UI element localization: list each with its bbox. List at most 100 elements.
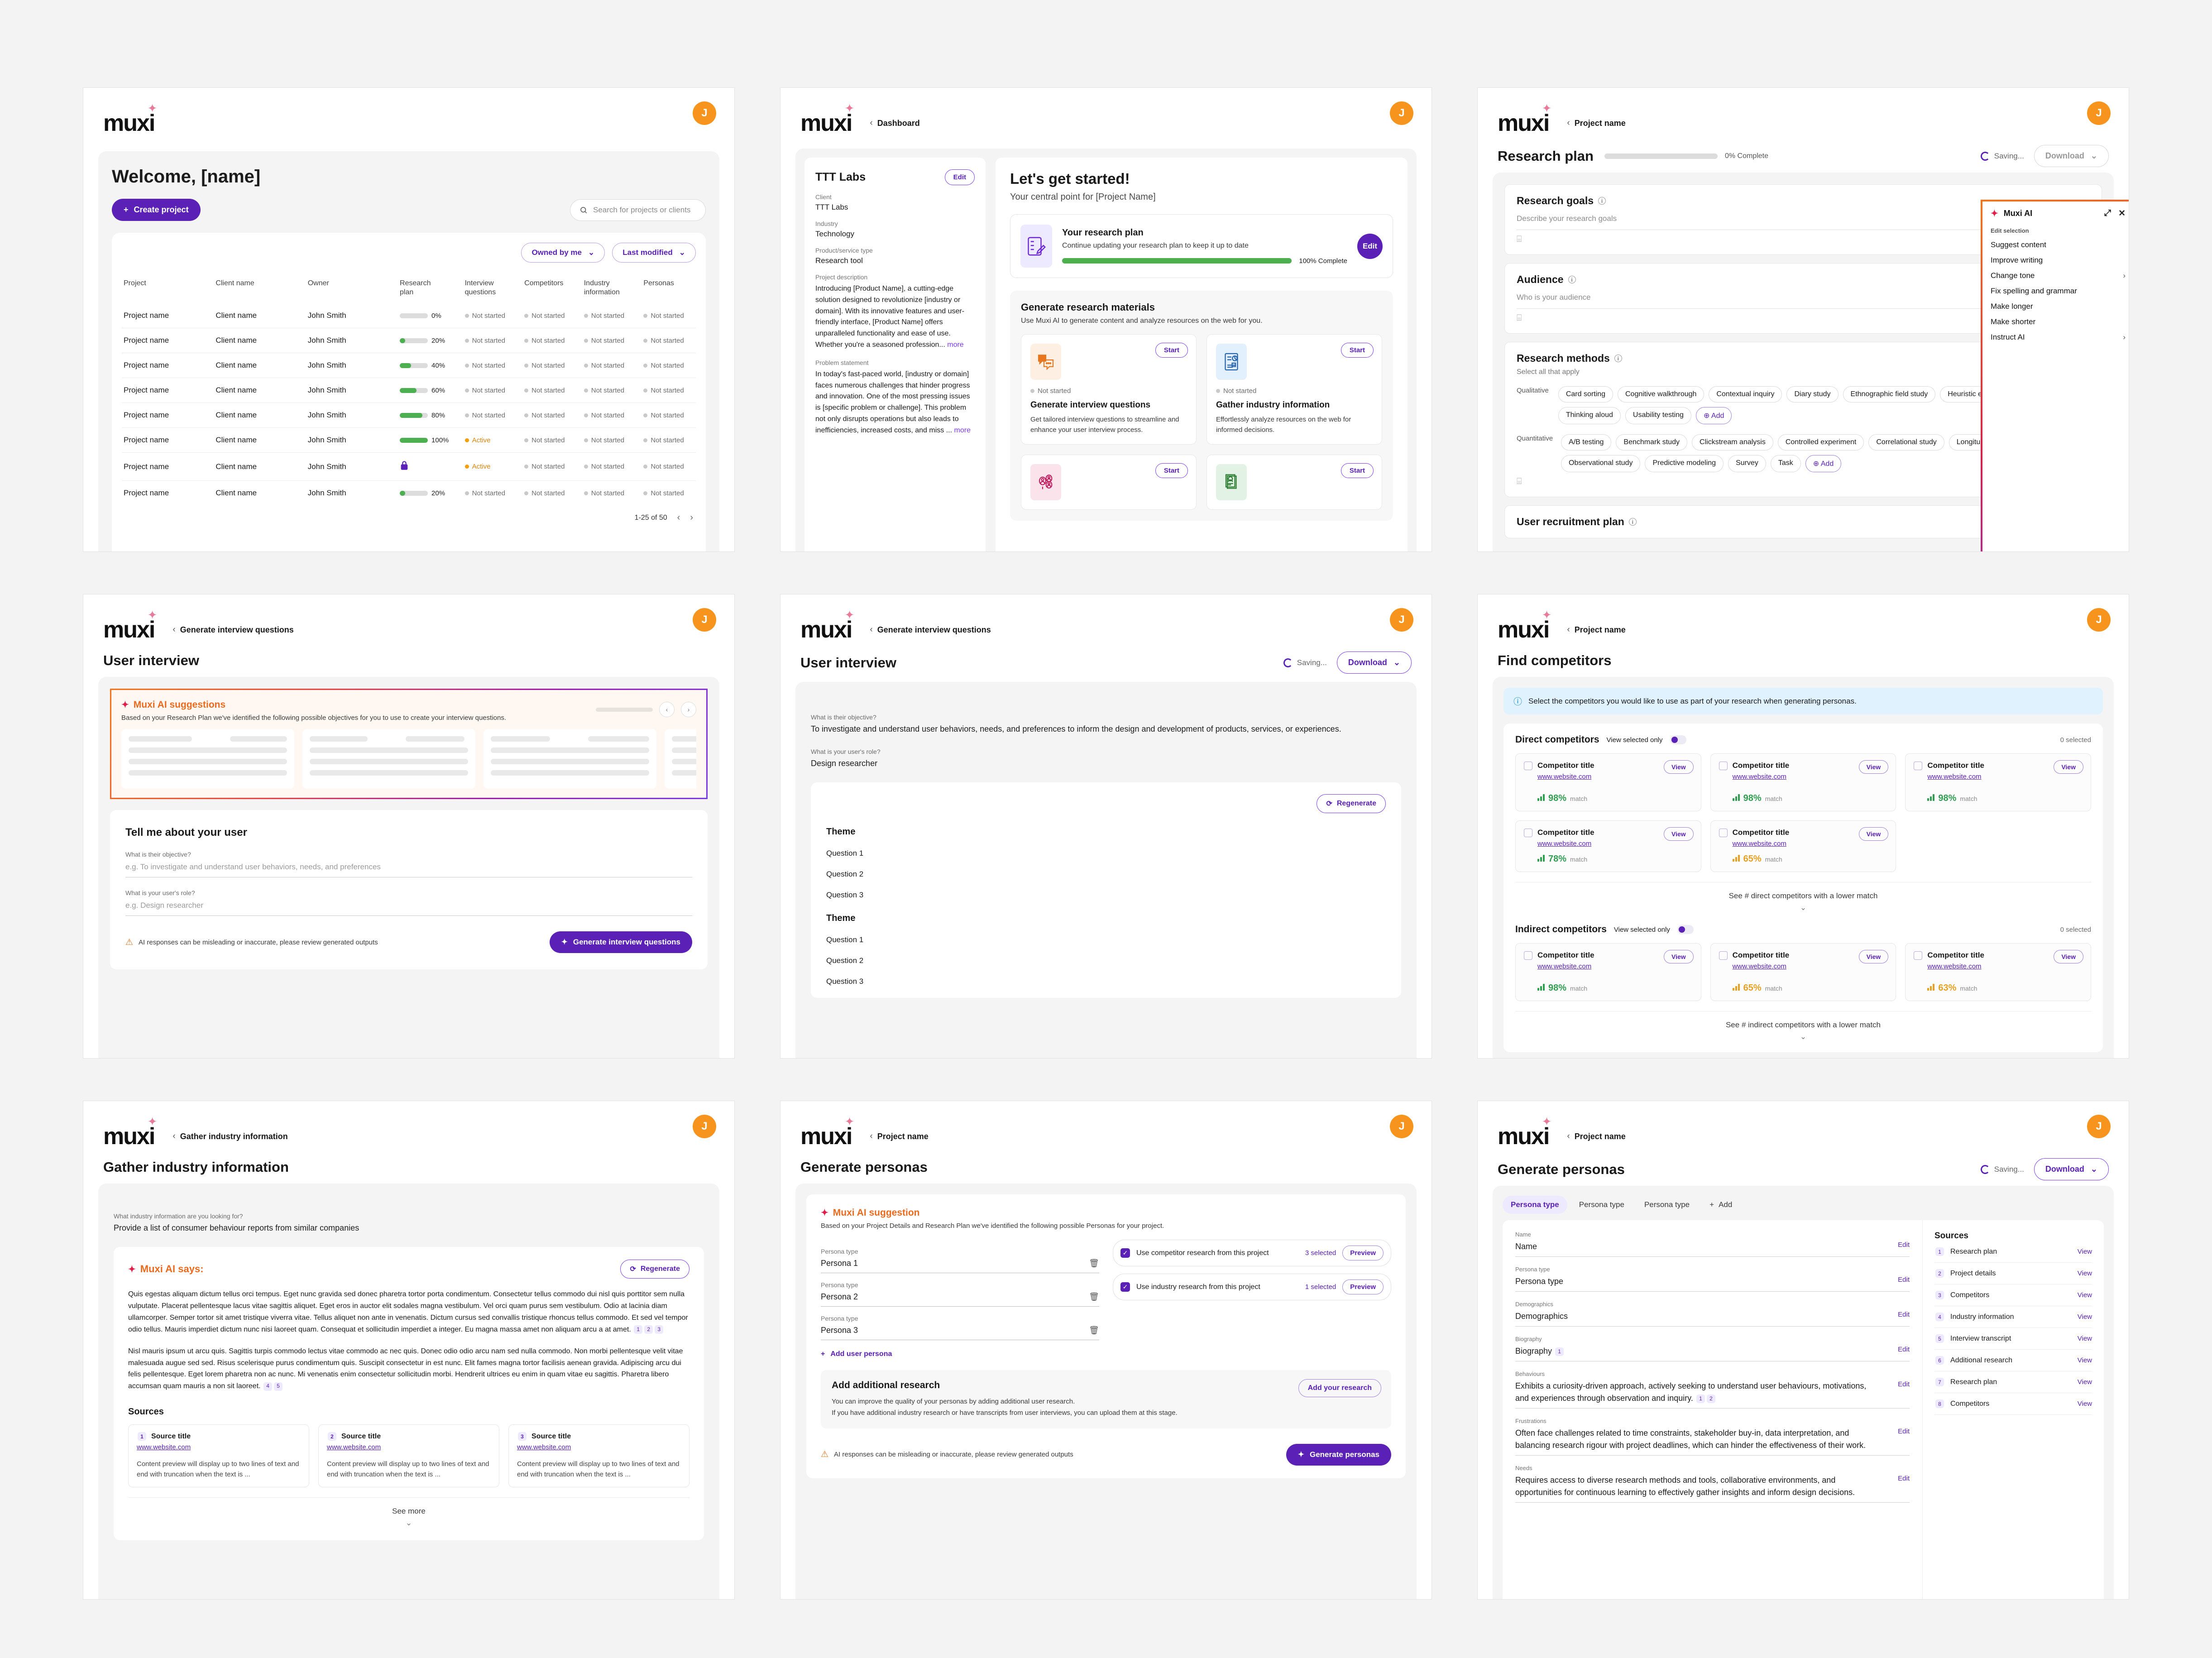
view-source-link[interactable]: View [2078, 1378, 2092, 1386]
breadcrumb[interactable]: ‹ Project name [1567, 625, 1625, 635]
edit-field-link[interactable]: Edit [1898, 1311, 1910, 1318]
breadcrumb[interactable]: ‹ Project name [1567, 1131, 1625, 1141]
competitor-checkbox[interactable] [1524, 828, 1532, 837]
competitor-checkbox[interactable] [1719, 761, 1728, 770]
muxi-logo[interactable]: muxi ✦ [800, 1116, 854, 1148]
use-industry-research-option[interactable]: ✓ Use industry research from this projec… [1113, 1274, 1391, 1300]
table-row[interactable]: Project name Client name John Smith 20% Not … [122, 480, 696, 505]
muxi-logo[interactable]: muxi ✦ [103, 609, 157, 642]
material-card-personas[interactable]: Start [1207, 455, 1382, 510]
add-your-research-button[interactable]: Add your research [1298, 1379, 1381, 1397]
delete-persona-icon[interactable]: 🗑 [1089, 1292, 1099, 1302]
competitor-card[interactable]: View Competitor title www.website.com 65% ma… [1710, 820, 1896, 872]
competitor-card[interactable]: View Competitor title www.website.com 65% ma… [1710, 943, 1896, 1001]
problem-more-link[interactable]: more [954, 426, 971, 434]
method-chip[interactable]: Task [1770, 455, 1801, 472]
view-competitor-button[interactable]: View [1858, 950, 1889, 963]
competitor-checkbox[interactable] [1719, 951, 1728, 960]
competitor-card[interactable]: View Competitor title www.website.com 98% ma… [1905, 753, 2091, 811]
persona-name-input[interactable]: Persona 3 🗑 [821, 1322, 1099, 1340]
start-button[interactable]: Start [1341, 343, 1374, 358]
competitor-checkbox[interactable] [1719, 828, 1728, 837]
competitor-checkbox[interactable] [1914, 951, 1923, 960]
source-url[interactable]: www.website.com [517, 1443, 681, 1451]
competitor-card[interactable]: View Competitor title www.website.com 98% ma… [1515, 943, 1701, 1001]
view-source-link[interactable]: View [2078, 1335, 2092, 1342]
checkbox-checked-icon[interactable]: ✓ [1120, 1248, 1130, 1258]
persona-name-input[interactable]: Persona 2 🗑 [821, 1289, 1099, 1307]
edit-field-link[interactable]: Edit [1898, 1346, 1910, 1353]
add-persona-tab[interactable]: + Add [1701, 1196, 1740, 1214]
competitor-card[interactable]: View Competitor title www.website.com 78% ma… [1515, 820, 1701, 872]
preview-button[interactable]: Preview [1342, 1246, 1384, 1260]
muxi-logo[interactable]: muxi ✦ [800, 609, 854, 642]
source-card[interactable]: 2 Source title www.website.com Content prev… [318, 1424, 499, 1488]
generate-personas-button[interactable]: ✦ Generate personas [1286, 1443, 1391, 1466]
view-source-link[interactable]: View [2078, 1313, 2092, 1321]
citation-chip[interactable]: 1 [1555, 1347, 1564, 1356]
tab-persona-type-2[interactable]: Persona type [1571, 1196, 1633, 1214]
table-row[interactable]: Project name Client name John Smith 80% Not … [122, 403, 696, 428]
view-source-link[interactable]: View [2078, 1400, 2092, 1408]
carousel-prev-icon[interactable]: ‹ [659, 702, 675, 717]
download-button[interactable]: Download ⌄ [2034, 145, 2109, 167]
muxi-logo[interactable]: muxi ✦ [1498, 102, 1551, 135]
info-icon[interactable]: i [1568, 276, 1576, 283]
info-icon[interactable]: i [1614, 355, 1622, 362]
question-item[interactable]: Question 1 [826, 849, 1386, 858]
objective-input[interactable]: e.g. To investigate and understand user … [125, 858, 692, 877]
competitor-checkbox[interactable] [1914, 761, 1923, 770]
ai-menu-item[interactable]: Make longer [1991, 296, 2126, 311]
add-method-chip[interactable]: ⊕ Add [1695, 407, 1732, 424]
close-icon[interactable]: ✕ [2118, 208, 2126, 219]
source-row[interactable]: 2 Project details View [1934, 1263, 2092, 1284]
view-source-link[interactable]: View [2078, 1356, 2092, 1364]
competitor-card[interactable]: View Competitor title www.website.com 98% ma… [1515, 753, 1701, 811]
delete-persona-icon[interactable]: 🗑 [1089, 1326, 1099, 1335]
view-competitor-button[interactable]: View [1664, 760, 1694, 774]
avatar[interactable]: J [1390, 608, 1413, 632]
regenerate-button[interactable]: ⟳ Regenerate [1317, 794, 1386, 813]
avatar[interactable]: J [1390, 101, 1413, 125]
competitor-url[interactable]: www.website.com [1537, 840, 1693, 848]
breadcrumb[interactable]: ‹ Project name [1567, 118, 1625, 128]
method-chip[interactable]: Controlled experiment [1777, 434, 1864, 450]
breadcrumb[interactable]: ‹ Gather industry information [172, 1131, 287, 1141]
description-more-link[interactable]: more [947, 341, 963, 349]
material-card-competitors[interactable]: Start [1021, 455, 1197, 510]
competitor-url[interactable]: www.website.com [1733, 840, 1888, 848]
competitor-card[interactable]: View Competitor title www.website.com 98% ma… [1710, 753, 1896, 811]
filter-last-modified[interactable]: Last modified ⌄ [612, 243, 696, 263]
method-chip[interactable]: Correlational study [1868, 434, 1944, 450]
citation-chip[interactable]: 4 [263, 1382, 273, 1391]
muxi-logo[interactable]: muxi ✦ [103, 102, 157, 135]
method-chip[interactable]: A/B testing [1561, 434, 1612, 450]
view-competitor-button[interactable]: View [2054, 760, 2083, 774]
citation-chip[interactable]: 3 [655, 1325, 664, 1334]
table-row[interactable]: Project name Client name John Smith 20% Not … [122, 328, 696, 353]
citation-chip[interactable]: 2 [644, 1325, 653, 1334]
method-chip[interactable]: Card sorting [1558, 386, 1613, 403]
view-source-link[interactable]: View [2078, 1291, 2092, 1299]
start-button[interactable]: Start [1341, 463, 1374, 478]
question-item[interactable]: Question 3 [826, 891, 1386, 900]
table-row[interactable]: Project name Client name John Smith 40% Not … [122, 353, 696, 378]
avatar[interactable]: J [693, 101, 716, 125]
method-chip[interactable]: Thinking aloud [1558, 407, 1621, 424]
source-row[interactable]: 6 Additional research View [1934, 1350, 2092, 1371]
source-card[interactable]: 1 Source title www.website.com Content prev… [128, 1424, 309, 1488]
regenerate-button[interactable]: ⟳ Regenerate [620, 1260, 689, 1279]
citation-chip[interactable]: 1 [634, 1325, 643, 1334]
source-url[interactable]: www.website.com [137, 1443, 301, 1451]
avatar[interactable]: J [1390, 1115, 1413, 1138]
table-row[interactable]: Project name Client name John Smith 0% Not s… [122, 303, 696, 328]
suggestion-skeleton-card[interactable] [121, 729, 294, 789]
avatar[interactable]: J [693, 1115, 716, 1138]
edit-field-link[interactable]: Edit [1898, 1276, 1910, 1284]
preview-button[interactable]: Preview [1342, 1279, 1384, 1294]
download-button[interactable]: Download ⌄ [2034, 1158, 2109, 1180]
info-icon[interactable]: i [1628, 518, 1637, 526]
edit-client-button[interactable]: Edit [944, 169, 975, 185]
source-url[interactable]: www.website.com [327, 1443, 491, 1451]
method-chip[interactable]: Benchmark study [1616, 434, 1688, 450]
